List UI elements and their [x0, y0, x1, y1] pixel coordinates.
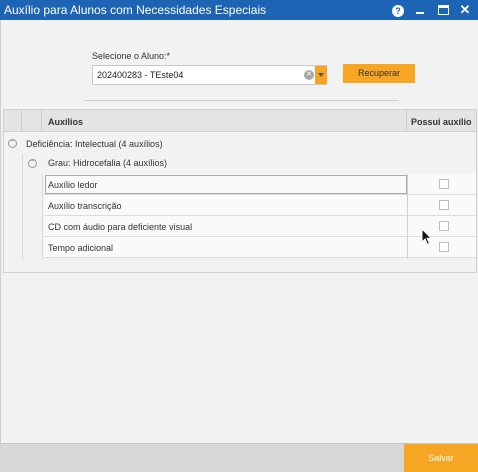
help-button[interactable]: ? — [390, 2, 406, 18]
group-deficiency-label: Deficiência: Intelectual (4 auxílios) — [26, 139, 163, 149]
dropdown-button[interactable] — [315, 66, 327, 84]
save-button[interactable]: Salvar — [404, 444, 478, 472]
aids-grid: Auxílios Possui auxílio ⌃ Deficiência: I… — [3, 109, 477, 273]
collapse-icon[interactable]: ⌃ — [28, 159, 37, 168]
title-bar: Auxílio para Alunos com Necessidades Esp… — [0, 0, 478, 20]
header-aids: Auxílios — [48, 117, 84, 127]
collapse-icon[interactable]: ⌃ — [8, 139, 17, 148]
aid-label: Tempo adicional — [48, 243, 114, 253]
student-select-label: Selecione o Aluno:* — [92, 51, 171, 61]
table-row[interactable]: CD com áudio para deficiente visual — [44, 216, 476, 237]
column-separator — [407, 237, 408, 258]
group-row-degree[interactable]: ⌃ Grau: Hidrocefalia (4 auxílios) — [22, 154, 476, 174]
maximize-icon — [437, 5, 449, 15]
table-row[interactable]: Auxílio transcrição — [44, 195, 476, 216]
close-button[interactable]: ✕ — [457, 2, 473, 18]
indent-line — [42, 174, 43, 260]
header-has-aid-cell[interactable]: Possui auxílio — [407, 110, 476, 131]
group-degree-label: Grau: Hidrocefalia (4 auxílios) — [48, 158, 168, 168]
column-separator — [407, 195, 408, 216]
has-aid-checkbox[interactable] — [439, 200, 449, 210]
column-separator — [407, 174, 408, 195]
header-aids-cell[interactable]: Auxílios — [42, 110, 407, 131]
window-title: Auxílio para Alunos com Necessidades Esp… — [4, 3, 267, 17]
student-select-value: 202400283 - TEste04 — [97, 70, 184, 80]
header-expand-cell — [4, 110, 22, 131]
aid-label: Auxílio transcrição — [48, 201, 122, 211]
footer-bar: Salvar — [0, 443, 478, 472]
aid-label: CD com áudio para deficiente visual — [48, 222, 193, 232]
mouse-cursor-icon — [421, 228, 433, 246]
help-icon: ? — [392, 5, 404, 17]
has-aid-checkbox[interactable] — [439, 242, 449, 252]
has-aid-checkbox[interactable] — [439, 179, 449, 189]
group-row-deficiency[interactable]: ⌃ Deficiência: Intelectual (4 auxílios) — [4, 134, 476, 154]
clear-icon[interactable]: ✕ — [304, 70, 314, 80]
close-icon: ✕ — [459, 2, 471, 17]
retrieve-button[interactable]: Recuperar — [343, 64, 415, 83]
minimize-button[interactable] — [412, 2, 428, 18]
minimize-icon — [416, 12, 424, 14]
maximize-button[interactable] — [435, 2, 451, 18]
window-content: Selecione o Aluno:* 202400283 - TEste04 … — [0, 20, 478, 443]
selected-cell-outline — [45, 175, 407, 194]
column-separator — [407, 216, 408, 237]
header-has-aid: Possui auxílio — [411, 117, 472, 127]
grid-header: Auxílios Possui auxílio — [4, 110, 476, 132]
header-group-cell — [22, 110, 42, 131]
student-select[interactable]: 202400283 - TEste04 ✕ — [92, 65, 327, 85]
aid-label: Auxílio ledor — [48, 180, 98, 190]
table-row[interactable]: Auxílio ledor — [44, 174, 476, 195]
has-aid-checkbox[interactable] — [439, 221, 449, 231]
table-row[interactable]: Tempo adicional — [44, 237, 476, 258]
divider — [84, 100, 399, 101]
chevron-down-icon — [318, 73, 324, 77]
